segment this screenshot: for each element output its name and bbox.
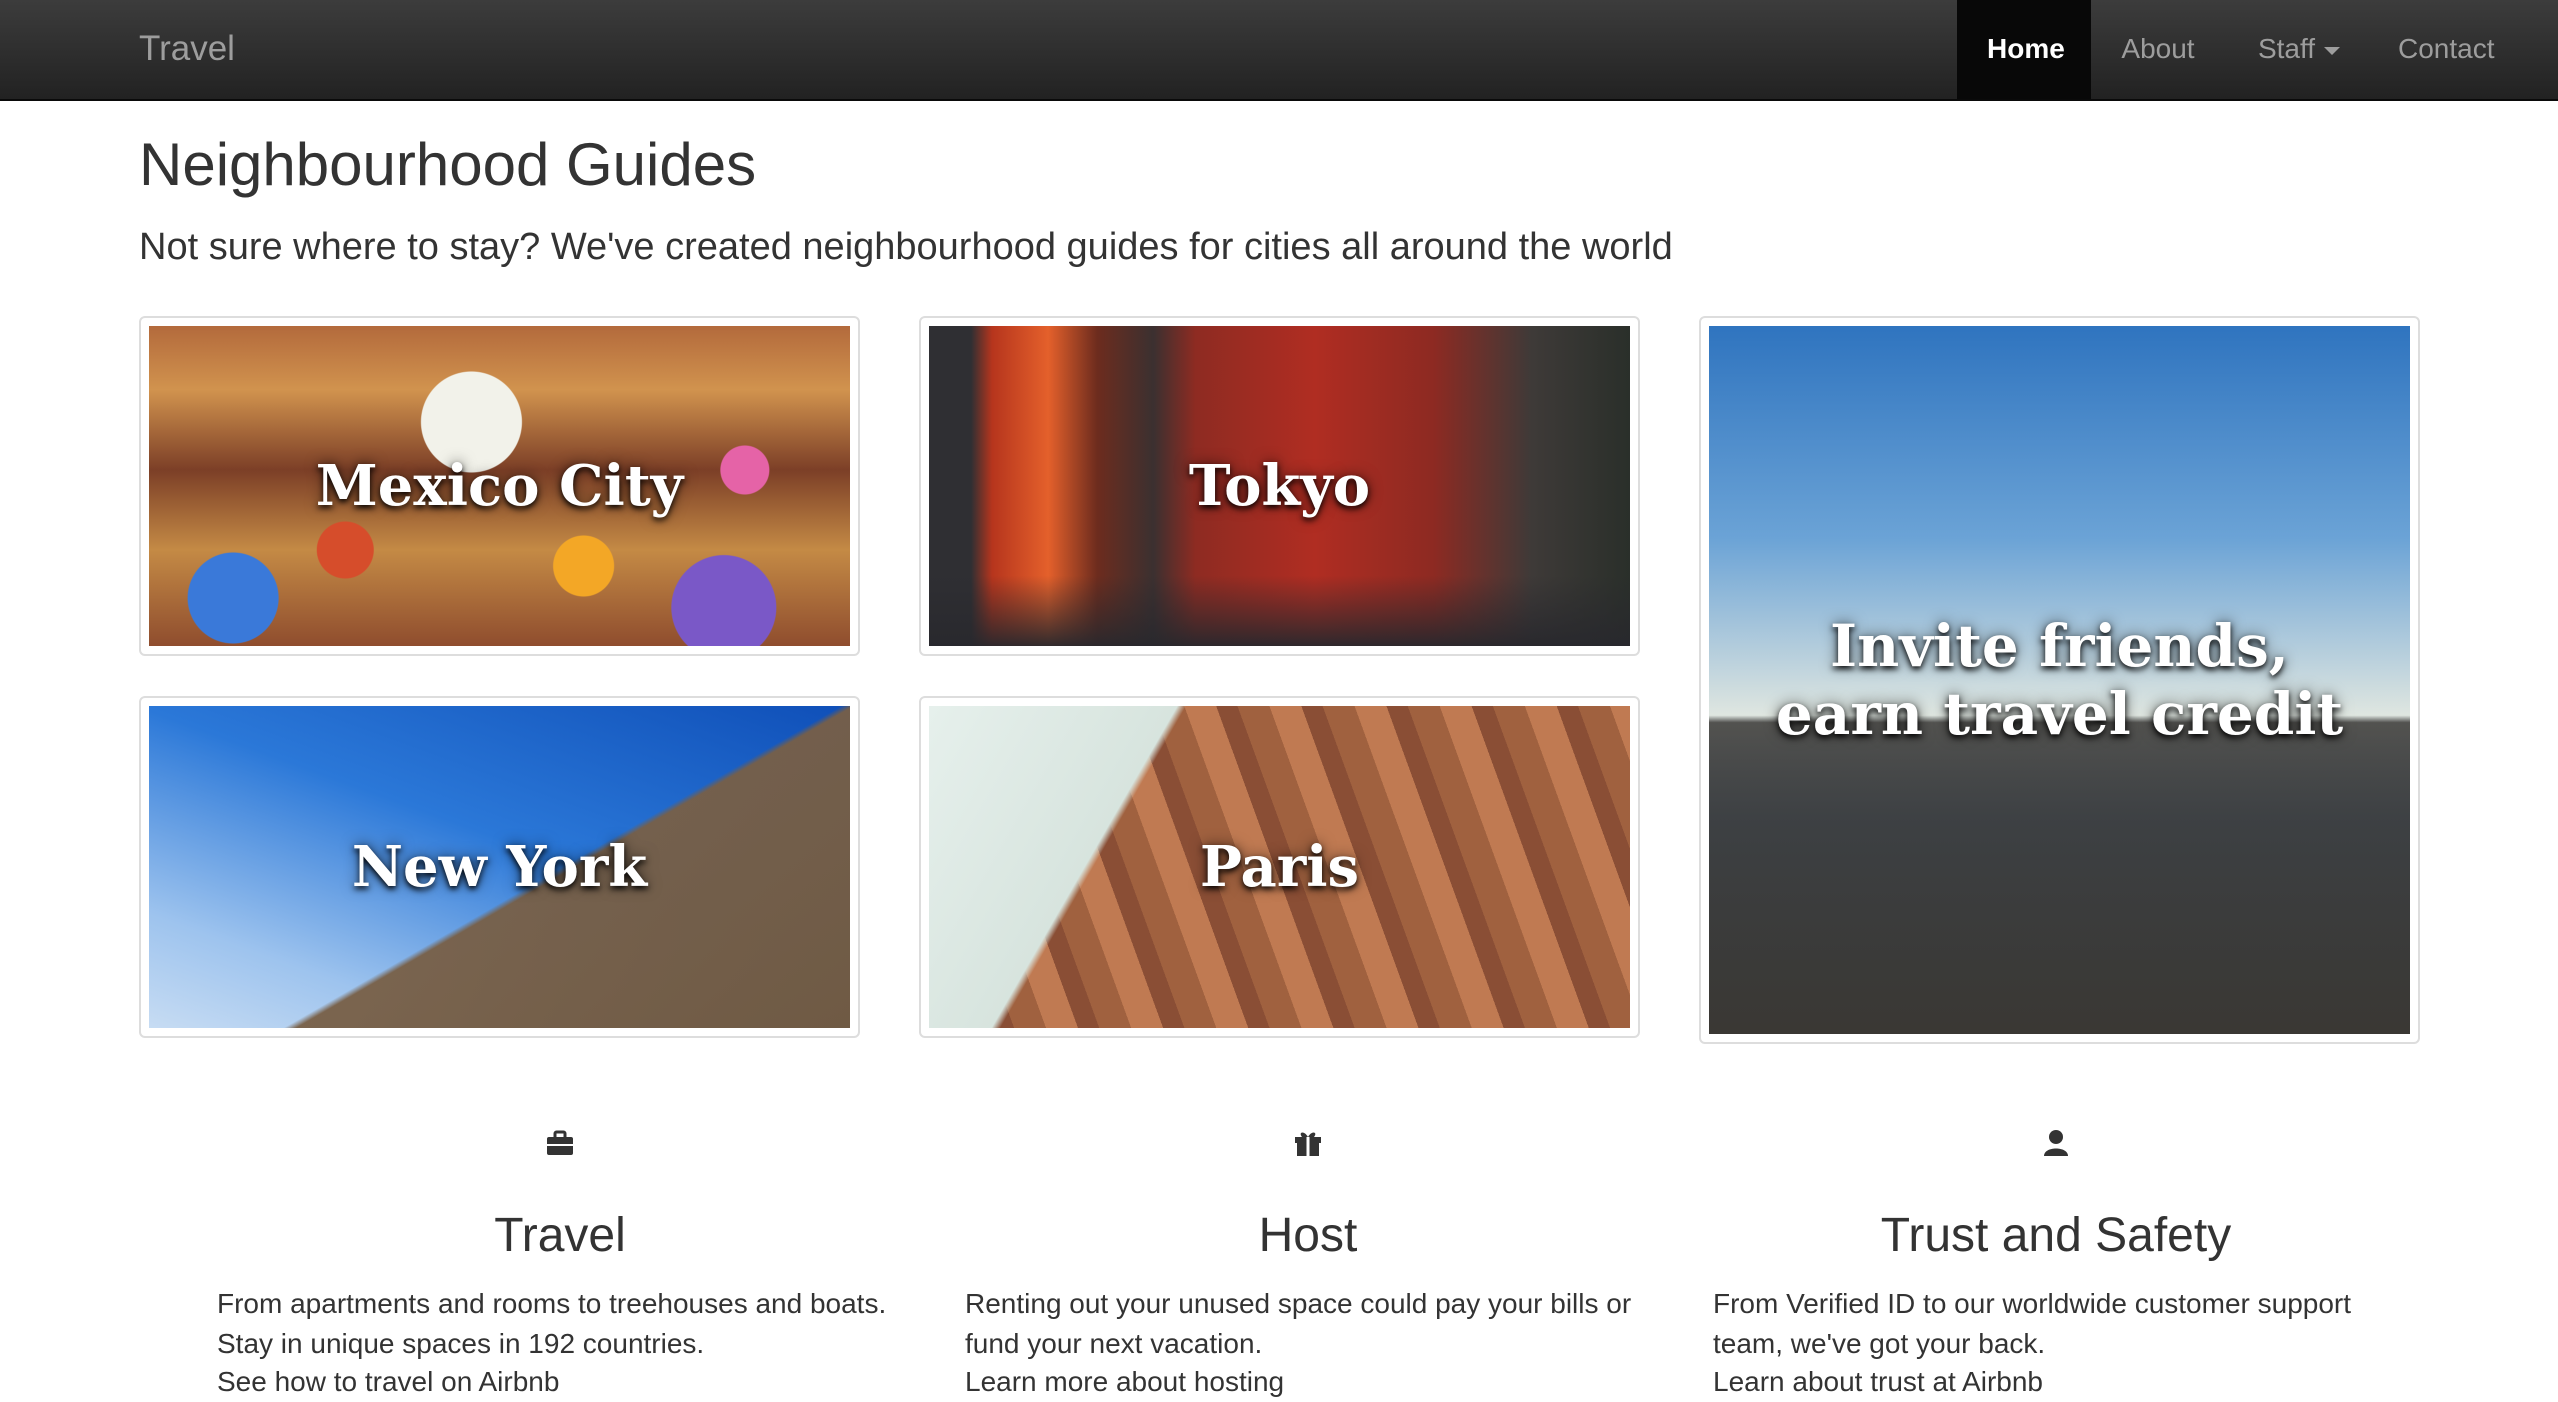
page-lead: Not sure where to stay? We've created ne…	[139, 226, 1673, 268]
feature-text: From Verified ID to our worldwide custom…	[1713, 1288, 2352, 1359]
nav-item-home[interactable]: Home	[1957, 0, 2091, 99]
user-icon	[2041, 1128, 2071, 1158]
guide-caption: Paris	[1199, 833, 1360, 900]
guide-caption: New York	[351, 833, 648, 900]
feature-link[interactable]: Learn about trust at Airbnb	[1713, 1362, 2413, 1402]
guide-card-mexico-city[interactable]: Mexico City	[139, 316, 860, 656]
nav-item-about[interactable]: About	[2091, 0, 2225, 99]
nav-item-staff-label: Staff	[2257, 33, 2316, 64]
guide-card-new-york[interactable]: New York	[139, 696, 860, 1038]
invite-caption-line-1: Invite friends,	[1830, 611, 2289, 680]
navbar: Travel Home About Staff Contact	[0, 0, 2558, 101]
guide-caption: Mexico City	[315, 452, 684, 519]
guide-card-paris[interactable]: Paris	[919, 696, 1640, 1038]
page-title: Neighbourhood Guides	[139, 131, 757, 198]
invite-caption-line-2: earn travel credit	[1775, 680, 2344, 748]
feature-link[interactable]: See how to travel on Airbnb	[217, 1362, 917, 1402]
feature-link[interactable]: Learn more about hosting	[965, 1362, 1665, 1402]
invite-friends-card[interactable]: Invite friends, earn travel credit	[1699, 316, 2420, 1044]
invite-friends-caption: Invite friends, earn travel credit	[1776, 612, 2343, 749]
guide-image-paris: Paris	[929, 706, 1630, 1028]
nav-menu: Home About Staff Contact	[1957, 0, 2558, 99]
feature-title: Trust and Safety	[1880, 1209, 2232, 1262]
nav-item-staff-dropdown[interactable]: Staff	[2225, 0, 2373, 99]
guide-card-tokyo[interactable]: Tokyo	[919, 316, 1640, 656]
brand-link[interactable]: Travel	[139, 0, 235, 99]
gift-icon	[1293, 1128, 1323, 1158]
guide-image-tokyo: Tokyo	[929, 326, 1630, 646]
guide-image-mexico-city: Mexico City	[149, 326, 850, 646]
briefcase-icon	[545, 1128, 575, 1158]
invite-friends-image: Invite friends, earn travel credit	[1709, 326, 2410, 1034]
guide-image-new-york: New York	[149, 706, 850, 1028]
caret-down-icon	[2324, 46, 2341, 55]
guide-caption: Tokyo	[1188, 452, 1371, 519]
nav-item-contact[interactable]: Contact	[2373, 0, 2558, 99]
feature-title: Travel	[494, 1209, 626, 1262]
feature-text: Renting out your unused space could pay …	[965, 1288, 1632, 1359]
feature-text: From apartments and rooms to treehouses …	[217, 1288, 887, 1359]
feature-title: Host	[1258, 1209, 1358, 1262]
